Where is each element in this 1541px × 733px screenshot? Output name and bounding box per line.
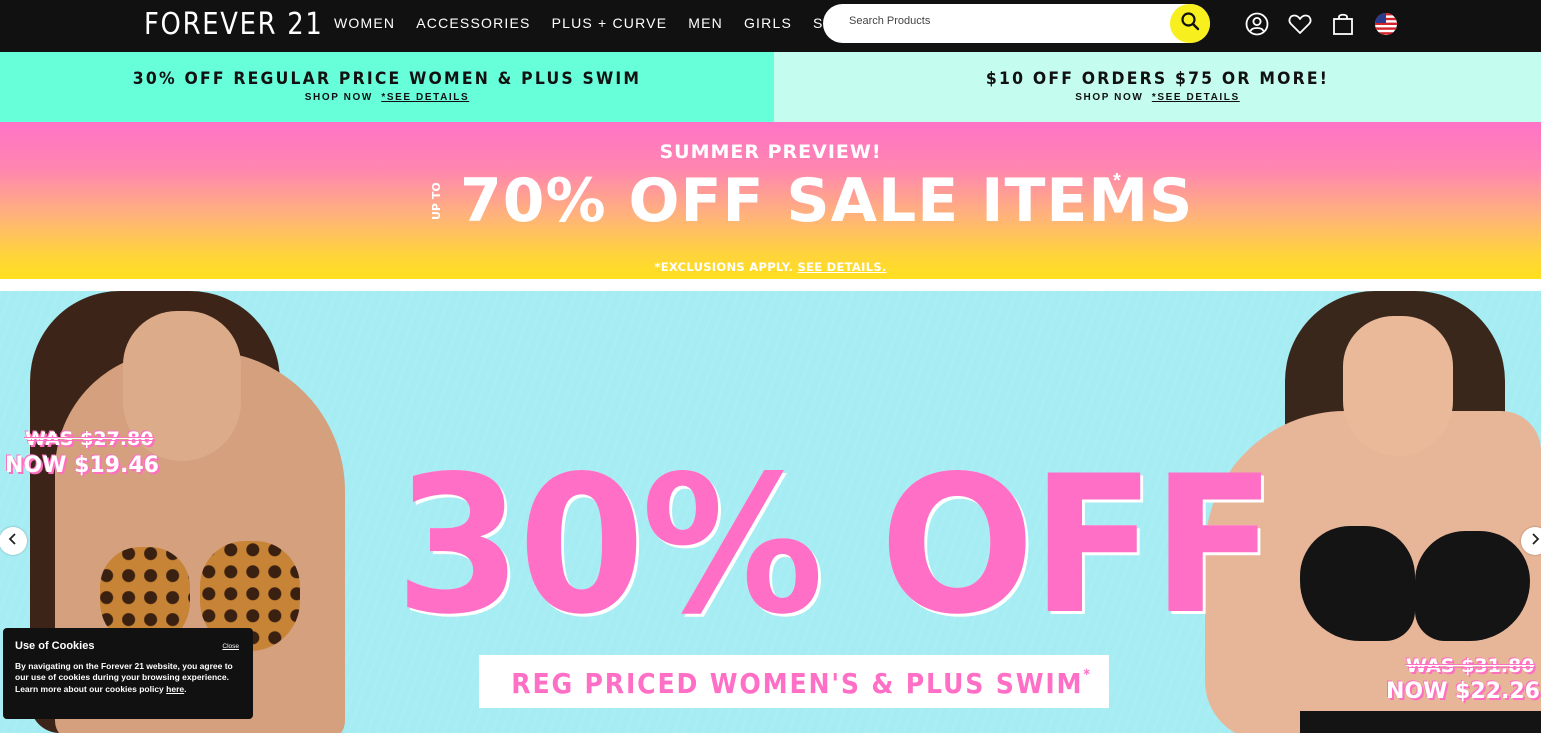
nav-item-plus-curve[interactable]: PLUS + CURVE [552,15,668,31]
summer-headline: 70% OFF SALE ITEMS [460,166,1194,236]
chevron-left-icon [7,532,19,551]
cookie-policy-link[interactable]: here [166,684,184,694]
logo[interactable]: FOREVER 21 [144,7,323,42]
right-price-now: NOW $22.26 [1386,679,1540,704]
hero-headline: 30% OFF [395,435,1276,656]
promo-orders-title: $10 OFF ORDERS $75 OR MORE! [985,69,1330,89]
right-model-face [1343,316,1453,456]
promo-swim-links: SHOP NOW *SEE DETAILS [0,92,774,103]
cookie-close-button[interactable]: Close [222,643,239,650]
left-price-now: NOW $19.46 [5,453,159,478]
promo-orders-shop-now[interactable]: SHOP NOW [1075,92,1143,103]
promo-swim-see-details[interactable]: *SEE DETAILS [381,92,469,103]
promo-swim[interactable]: 30% OFF REGULAR PRICE WOMEN & PLUS SWIM … [0,52,774,122]
right-model-bikini-bottom [1300,711,1541,733]
search-icon [1180,11,1200,36]
nav-item-accessories[interactable]: ACCESSORIES [416,15,530,31]
us-flag-icon[interactable] [1373,11,1399,37]
summer-star: * [1113,170,1121,192]
hero-subline: REG PRICED WOMEN'S & PLUS SWIM* [511,667,1092,700]
cookie-body-text: By navigating on the Forever 21 website,… [15,661,233,694]
cookie-title: Use of Cookies [15,640,95,652]
summer-see-details[interactable]: SEE DETAILS. [797,260,886,274]
nav-item-girls[interactable]: GIRLS [744,15,792,31]
summer-up-to: UP TO [430,182,443,220]
bag-icon[interactable] [1330,11,1356,37]
search-bar [823,4,1210,43]
hero-subline-star: * [1083,667,1092,683]
right-model-bikini-left [1300,526,1415,641]
search-button[interactable] [1170,4,1210,43]
promo-orders-see-details[interactable]: *SEE DETAILS [1152,92,1240,103]
carousel-next-button[interactable] [1521,527,1541,555]
cookie-notice: Use of Cookies Close By navigating on th… [3,628,253,719]
carousel-prev-button[interactable] [0,527,27,555]
summer-sale-banner[interactable]: SUMMER PREVIEW! UP TO 70% OFF SALE ITEMS… [0,122,1541,279]
nav-item-women[interactable]: WOMEN [334,15,395,31]
nav-item-men[interactable]: MEN [688,15,723,31]
hero-subline-box: REG PRICED WOMEN'S & PLUS SWIM* [479,655,1109,708]
left-price-was: WAS $27.80 [25,428,154,450]
summer-exclusions-text: *EXCLUSIONS APPLY. [654,260,794,274]
account-icon[interactable] [1244,11,1270,37]
promo-orders-links: SHOP NOW *SEE DETAILS [774,92,1541,103]
search-input[interactable] [849,15,1169,27]
promo-orders[interactable]: $10 OFF ORDERS $75 OR MORE! SHOP NOW *SE… [774,52,1541,122]
promo-swim-shop-now[interactable]: SHOP NOW [305,92,373,103]
chevron-right-icon [1529,532,1541,551]
summer-exclusions: *EXCLUSIONS APPLY. SEE DETAILS. [0,260,1541,274]
cookie-body: By navigating on the Forever 21 website,… [15,661,241,695]
cookie-body-end: . [184,683,187,694]
promo-swim-title: 30% OFF REGULAR PRICE WOMEN & PLUS SWIM [132,69,642,89]
header: FOREVER 21 WOMEN ACCESSORIES PLUS + CURV… [0,0,1541,52]
right-price-was: WAS $31.80 [1406,655,1535,677]
hero-subline-text: REG PRICED WOMEN'S & PLUS SWIM [511,667,1084,700]
summer-preheader: SUMMER PREVIEW! [659,141,882,163]
heart-icon[interactable] [1287,11,1313,37]
main-nav: WOMEN ACCESSORIES PLUS + CURVE MEN GIRLS… [334,15,875,31]
